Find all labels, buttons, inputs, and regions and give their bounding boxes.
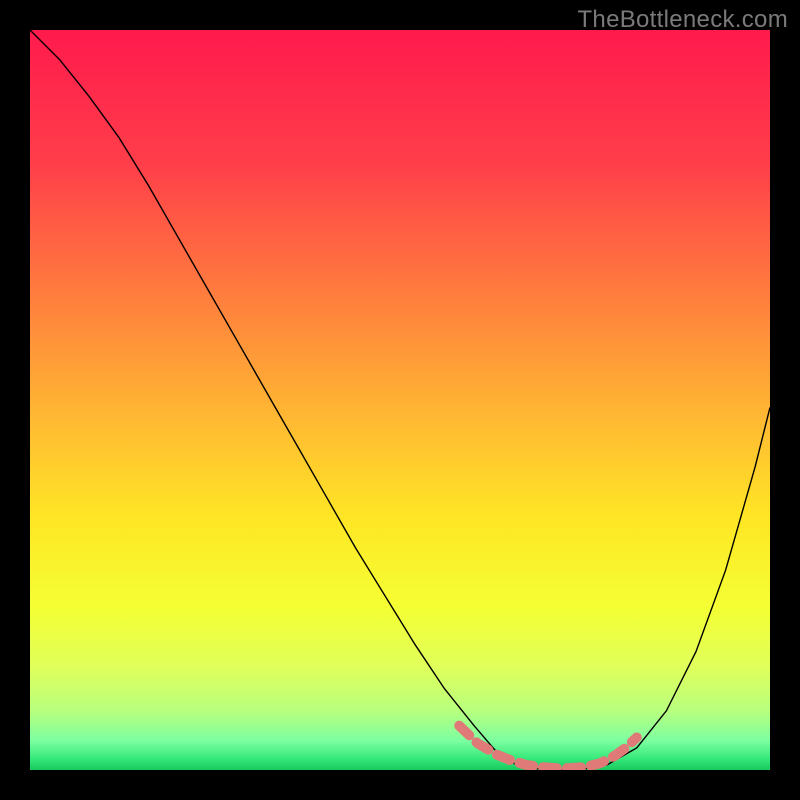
chart-background [30,30,770,770]
chart-svg [30,30,770,770]
chart-frame: TheBottleneck.com [0,0,800,800]
plot-area [30,30,770,770]
watermark-text: TheBottleneck.com [577,6,788,34]
